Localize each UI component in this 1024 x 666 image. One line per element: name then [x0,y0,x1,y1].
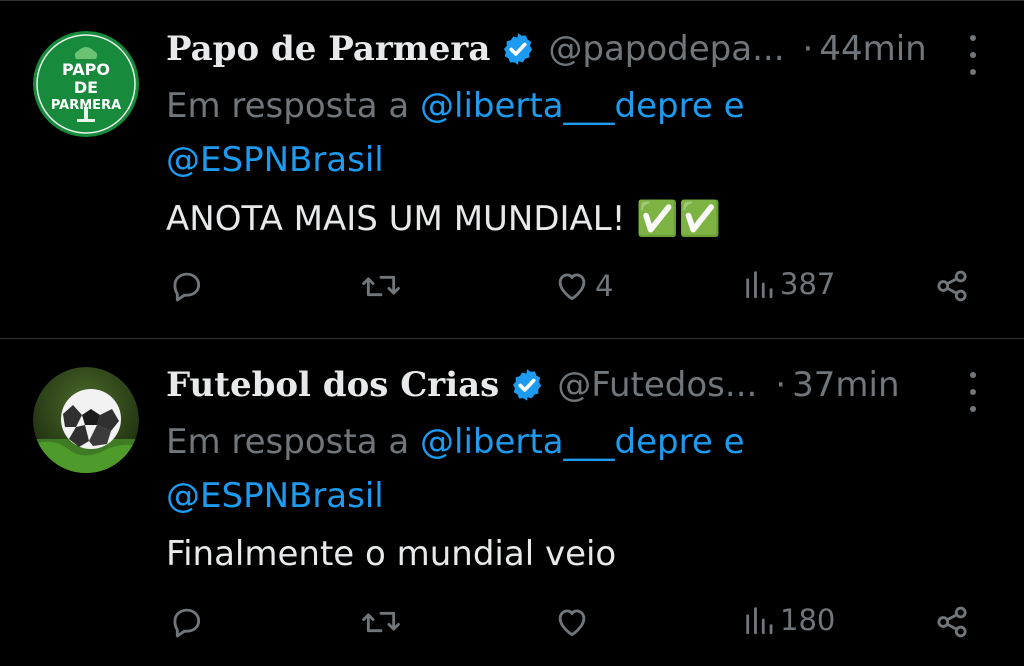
tweet-header: Futebol dos Crias @Futedos... · 37min [166,361,1024,409]
views-button[interactable]: 180 [742,603,835,637]
retweet-button[interactable] [360,603,406,641]
retweet-button[interactable] [360,267,406,305]
verified-badge-icon [513,369,542,401]
retweet-icon [362,275,400,297]
views-icon [746,271,773,299]
verified-badge-icon [504,33,533,65]
views-count: 387 [780,267,836,301]
like-count: 4 [595,269,614,303]
reply-and: e [723,86,745,126]
avatar-text-line3: PARMERA [51,98,121,113]
display-name[interactable]: Papo de Parmera [166,29,490,69]
more-icon[interactable] [966,35,980,75]
like-icon [558,609,586,637]
reply-button[interactable] [167,603,209,641]
mention-link[interactable]: @liberta___depre [420,422,713,462]
tweet-header: Papo de Parmera @papodepa... · 44min [166,25,1024,73]
mention-link[interactable]: @liberta___depre [420,86,713,126]
reply-prefix: Em resposta a [166,86,410,126]
reply-prefix: Em resposta a [166,422,410,462]
share-icon [937,606,967,638]
tweet[interactable]: PAPO DE PARMERA Papo de Parmera @papodep… [0,0,1024,338]
timestamp[interactable]: 44min [819,29,926,69]
avatar[interactable]: PAPO DE PARMERA [33,31,139,137]
mention-link[interactable]: @ESPNBrasil [166,476,384,516]
tweet-text: Finalmente o mundial veio [166,534,617,574]
reply-and: e [723,422,745,462]
handle[interactable]: @Futedos... [557,365,757,405]
reply-context: Em resposta a @liberta___depre e [166,79,745,133]
tweet-text: ANOTA MAIS UM MUNDIAL! ✅✅ [166,199,721,239]
reply-context: Em resposta a @liberta___depre e [166,415,745,469]
share-icon [937,270,967,302]
like-button[interactable] [553,603,595,641]
like-button[interactable]: 4 [553,267,613,305]
views-icon [746,607,773,635]
mention-link[interactable]: @ESPNBrasil [166,140,384,180]
avatar-text-line1: PAPO [62,60,110,79]
separator-dot: · [775,365,787,405]
share-button[interactable] [933,267,971,305]
retweet-icon [362,611,400,633]
display-name[interactable]: Futebol dos Crias [166,365,499,405]
avatar-text-line2: DE [74,78,98,97]
avatar[interactable] [33,367,139,473]
reply-icon [173,272,201,302]
handle[interactable]: @papodepa... [548,29,784,69]
more-icon[interactable] [966,372,980,412]
share-button[interactable] [933,603,971,641]
tweet[interactable]: Futebol dos Crias @Futedos... · 37min Em… [0,338,1024,666]
action-bar: 180 [0,603,1024,653]
views-button[interactable]: 387 [742,267,835,301]
reply-icon [173,608,201,638]
views-count: 180 [780,603,836,637]
action-bar: 4 387 [0,267,1024,317]
timestamp[interactable]: 37min [792,365,899,405]
separator-dot: · [802,29,814,69]
reply-button[interactable] [167,267,209,305]
like-icon [558,273,586,301]
